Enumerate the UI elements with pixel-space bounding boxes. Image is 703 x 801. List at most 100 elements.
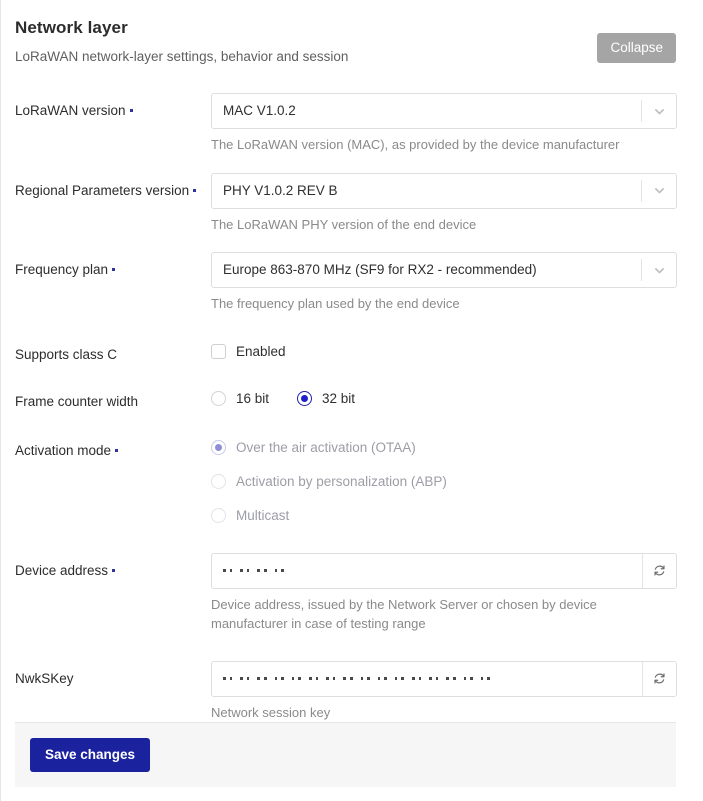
masked-byte bbox=[274, 677, 284, 680]
field-row-frame-counter-width: Frame counter width 16 bit 32 bit bbox=[1, 387, 703, 411]
refresh-icon bbox=[654, 673, 665, 684]
label-text: Device address bbox=[15, 562, 109, 578]
device-address-regenerate-button[interactable] bbox=[642, 553, 676, 588]
control-frame-counter-width: 16 bit 32 bit bbox=[211, 387, 677, 411]
chevron-down-icon[interactable] bbox=[642, 253, 676, 287]
label-frame-counter-width: Frame counter width bbox=[15, 387, 211, 411]
radio-icon[interactable] bbox=[211, 391, 226, 406]
activation-mode-option-label: Multicast bbox=[236, 507, 290, 523]
masked-byte bbox=[291, 677, 301, 680]
control-lorawan-version: MAC V1.0.2 The LoRaWAN version (MAC), as… bbox=[211, 93, 677, 155]
label-regional-parameters-version: Regional Parameters version bbox=[15, 173, 211, 200]
activation-mode-option-otaa: Over the air activation (OTAA) bbox=[211, 436, 677, 460]
control-supports-class-c: Enabled bbox=[211, 340, 677, 364]
network-layer-form: LoRaWAN version MAC V1.0.2 The LoRaWAN v… bbox=[1, 93, 703, 722]
required-marker-icon bbox=[129, 109, 133, 112]
masked-byte bbox=[257, 677, 267, 680]
label-supports-class-c: Supports class C bbox=[15, 340, 211, 364]
required-marker-icon bbox=[112, 268, 116, 271]
masked-byte bbox=[394, 677, 405, 680]
label-device-address: Device address bbox=[15, 553, 211, 580]
radio-selected-icon bbox=[211, 440, 226, 455]
masked-byte bbox=[360, 677, 370, 680]
radio-selected-icon[interactable] bbox=[297, 391, 313, 406]
activation-mode-radio-group: Over the air activation (OTAA) Activatio… bbox=[211, 436, 677, 528]
required-marker-icon bbox=[193, 188, 197, 192]
field-row-device-address: Device address Device address, issued by… bbox=[1, 552, 703, 634]
frame-counter-width-option-16bit[interactable]: 16 bit bbox=[211, 390, 269, 408]
masked-byte bbox=[429, 677, 439, 680]
control-activation-mode: Over the air activation (OTAA) Activatio… bbox=[211, 436, 677, 528]
field-row-regional-parameters-version: Regional Parameters version PHY V1.0.2 R… bbox=[1, 172, 703, 235]
frequency-plan-select[interactable]: Europe 863-870 MHz (SF9 for RX2 - recomm… bbox=[211, 252, 677, 288]
radio-icon bbox=[211, 508, 226, 523]
device-address-field bbox=[211, 552, 677, 589]
masked-byte bbox=[308, 677, 319, 680]
masked-byte bbox=[446, 677, 456, 680]
required-marker-icon bbox=[115, 448, 119, 452]
supports-class-c-checkbox-label: Enabled bbox=[236, 343, 286, 359]
nwkskey-input[interactable] bbox=[212, 662, 642, 696]
form-footer: Save changes bbox=[15, 722, 676, 787]
frame-counter-width-option-label: 16 bit bbox=[236, 390, 270, 406]
activation-mode-option-label: Over the air activation (OTAA) bbox=[236, 439, 416, 455]
lorawan-version-select[interactable]: MAC V1.0.2 bbox=[211, 93, 677, 129]
save-changes-button[interactable]: Save changes bbox=[30, 738, 151, 772]
masked-byte bbox=[257, 569, 267, 572]
masked-byte bbox=[463, 677, 473, 680]
field-row-frequency-plan: Frequency plan Europe 863-870 MHz (SF9 f… bbox=[1, 252, 703, 314]
chevron-down-icon[interactable] bbox=[642, 174, 676, 208]
control-nwkskey: Network session key bbox=[211, 660, 677, 723]
nwkskey-masked-value bbox=[223, 677, 490, 680]
masked-byte bbox=[412, 677, 422, 680]
label-activation-mode: Activation mode bbox=[15, 436, 211, 460]
network-layer-card: Network layer LoRaWAN network-layer sett… bbox=[0, 0, 703, 801]
activation-mode-option-label: Activation by personalization (ABP) bbox=[236, 473, 447, 489]
field-row-supports-class-c: Supports class C Enabled bbox=[1, 340, 703, 364]
label-frequency-plan: Frequency plan bbox=[15, 252, 211, 279]
nwkskey-regenerate-button[interactable] bbox=[642, 661, 676, 696]
masked-byte bbox=[223, 677, 233, 680]
hint-nwkskey: Network session key bbox=[211, 704, 331, 720]
frame-counter-width-radio-group: 16 bit 32 bit bbox=[211, 387, 677, 411]
label-text: LoRaWAN version bbox=[15, 103, 126, 118]
lorawan-version-value: MAC V1.0.2 bbox=[223, 103, 296, 118]
masked-byte bbox=[377, 677, 387, 680]
masked-byte bbox=[223, 569, 233, 572]
supports-class-c-checkbox-row[interactable]: Enabled bbox=[211, 340, 677, 364]
label-text: Frame counter width bbox=[15, 393, 139, 409]
regional-parameters-version-select[interactable]: PHY V1.0.2 REV B bbox=[211, 172, 677, 209]
control-regional-parameters-version: PHY V1.0.2 REV B The LoRaWAN PHY version… bbox=[211, 172, 677, 235]
hint-lorawan-version: The LoRaWAN version (MAC), as provided b… bbox=[211, 137, 620, 152]
device-address-input[interactable] bbox=[212, 554, 642, 588]
field-row-lorawan-version: LoRaWAN version MAC V1.0.2 The LoRaWAN v… bbox=[1, 93, 703, 155]
field-row-activation-mode: Activation mode Over the air activation … bbox=[1, 436, 703, 528]
control-frequency-plan: Europe 863-870 MHz (SF9 for RX2 - recomm… bbox=[211, 252, 677, 314]
hint-frequency-plan: The frequency plan used by the end devic… bbox=[211, 296, 460, 311]
frame-counter-width-option-label: 32 bit bbox=[322, 390, 356, 406]
card-header: Network layer LoRaWAN network-layer sett… bbox=[1, 0, 703, 67]
masked-byte bbox=[240, 569, 250, 572]
activation-mode-option-abp: Activation by personalization (ABP) bbox=[211, 470, 677, 494]
label-text: NwkSKey bbox=[15, 670, 74, 686]
activation-mode-option-multicast: Multicast bbox=[211, 504, 677, 528]
masked-byte bbox=[326, 677, 336, 680]
supports-class-c-checkbox[interactable] bbox=[211, 344, 226, 359]
regional-parameters-version-value: PHY V1.0.2 REV B bbox=[223, 182, 338, 198]
field-row-nwkskey: NwkSKey Network session key bbox=[1, 660, 703, 723]
chevron-down-icon[interactable] bbox=[642, 94, 676, 128]
refresh-icon bbox=[654, 565, 665, 576]
collapse-button[interactable]: Collapse bbox=[597, 33, 676, 63]
masked-byte bbox=[274, 569, 284, 572]
label-text: Frequency plan bbox=[15, 262, 109, 277]
hint-device-address: Device address, issued by the Network Se… bbox=[211, 596, 597, 632]
label-text: Supports class C bbox=[15, 346, 118, 362]
label-nwkskey: NwkSKey bbox=[15, 661, 211, 688]
control-device-address: Device address, issued by the Network Se… bbox=[211, 552, 677, 634]
label-text: Activation mode bbox=[15, 442, 112, 458]
masked-byte bbox=[480, 677, 490, 680]
nwkskey-field bbox=[211, 660, 677, 697]
frame-counter-width-option-32bit[interactable]: 32 bit bbox=[297, 390, 355, 408]
radio-icon bbox=[211, 474, 226, 489]
required-marker-icon bbox=[112, 568, 116, 572]
